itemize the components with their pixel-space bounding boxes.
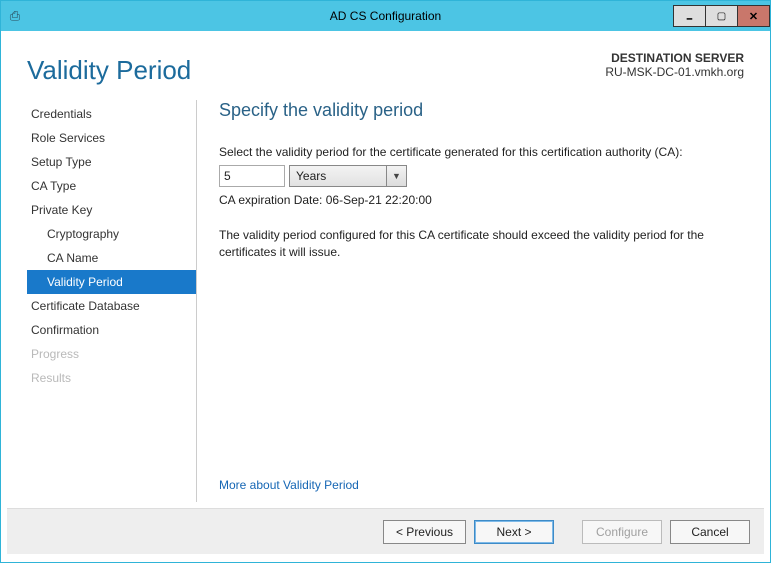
destination-server-block: DESTINATION SERVER RU-MSK-DC-01.vmkh.org bbox=[605, 45, 744, 79]
system-menu-icon[interactable]: ⎙ bbox=[1, 8, 29, 24]
previous-button[interactable]: < Previous bbox=[383, 520, 466, 544]
title-bar[interactable]: ⎙ AD CS Configuration bbox=[1, 1, 770, 31]
sidebar-item-cryptography[interactable]: Cryptography bbox=[27, 222, 196, 246]
cancel-button[interactable]: Cancel bbox=[670, 520, 750, 544]
wizard-footer: < Previous Next > Configure Cancel bbox=[7, 508, 764, 554]
ca-expiration-date: CA expiration Date: 06-Sep-21 22:20:00 bbox=[219, 193, 738, 207]
validity-note: The validity period configured for this … bbox=[219, 227, 729, 262]
sidebar-item-certificate-database[interactable]: Certificate Database bbox=[27, 294, 196, 318]
configure-button: Configure bbox=[582, 520, 662, 544]
validity-input-row: Years ▼ bbox=[219, 165, 738, 187]
validity-value-input[interactable] bbox=[219, 165, 285, 187]
destination-server-name: RU-MSK-DC-01.vmkh.org bbox=[605, 65, 744, 79]
wizard-main-pane: Specify the validity period Select the v… bbox=[197, 100, 744, 502]
minimize-button[interactable] bbox=[673, 5, 706, 27]
sidebar-item-role-services[interactable]: Role Services bbox=[27, 126, 196, 150]
window-controls bbox=[674, 5, 770, 27]
sidebar-item-credentials[interactable]: Credentials bbox=[27, 102, 196, 126]
sidebar-item-ca-name[interactable]: CA Name bbox=[27, 246, 196, 270]
window-title: AD CS Configuration bbox=[1, 9, 770, 23]
validity-unit-select[interactable]: Years ▼ bbox=[289, 165, 407, 187]
sidebar-item-progress: Progress bbox=[27, 342, 196, 366]
sidebar-item-results: Results bbox=[27, 366, 196, 390]
wizard-header: Validity Period DESTINATION SERVER RU-MS… bbox=[7, 37, 764, 90]
next-button[interactable]: Next > bbox=[474, 520, 554, 544]
validity-prompt: Select the validity period for the certi… bbox=[219, 145, 738, 159]
maximize-button[interactable] bbox=[705, 5, 738, 27]
more-about-link[interactable]: More about Validity Period bbox=[219, 478, 359, 492]
chevron-down-icon[interactable]: ▼ bbox=[386, 166, 406, 186]
window-body: Validity Period DESTINATION SERVER RU-MS… bbox=[1, 31, 770, 562]
sidebar-item-validity-period[interactable]: Validity Period bbox=[27, 270, 196, 294]
sidebar-item-private-key[interactable]: Private Key bbox=[27, 198, 196, 222]
ad-cs-config-window: ⎙ AD CS Configuration Validity Period DE… bbox=[0, 0, 771, 563]
validity-unit-text: Years bbox=[290, 166, 386, 186]
sidebar-item-ca-type[interactable]: CA Type bbox=[27, 174, 196, 198]
page-title: Validity Period bbox=[27, 55, 191, 86]
sidebar-item-setup-type[interactable]: Setup Type bbox=[27, 150, 196, 174]
sidebar-item-confirmation[interactable]: Confirmation bbox=[27, 318, 196, 342]
wizard-steps-sidebar: Credentials Role Services Setup Type CA … bbox=[27, 100, 197, 502]
wizard-content: Credentials Role Services Setup Type CA … bbox=[7, 90, 764, 508]
close-button[interactable] bbox=[737, 5, 770, 27]
main-heading: Specify the validity period bbox=[219, 100, 738, 121]
destination-server-label: DESTINATION SERVER bbox=[605, 51, 744, 65]
